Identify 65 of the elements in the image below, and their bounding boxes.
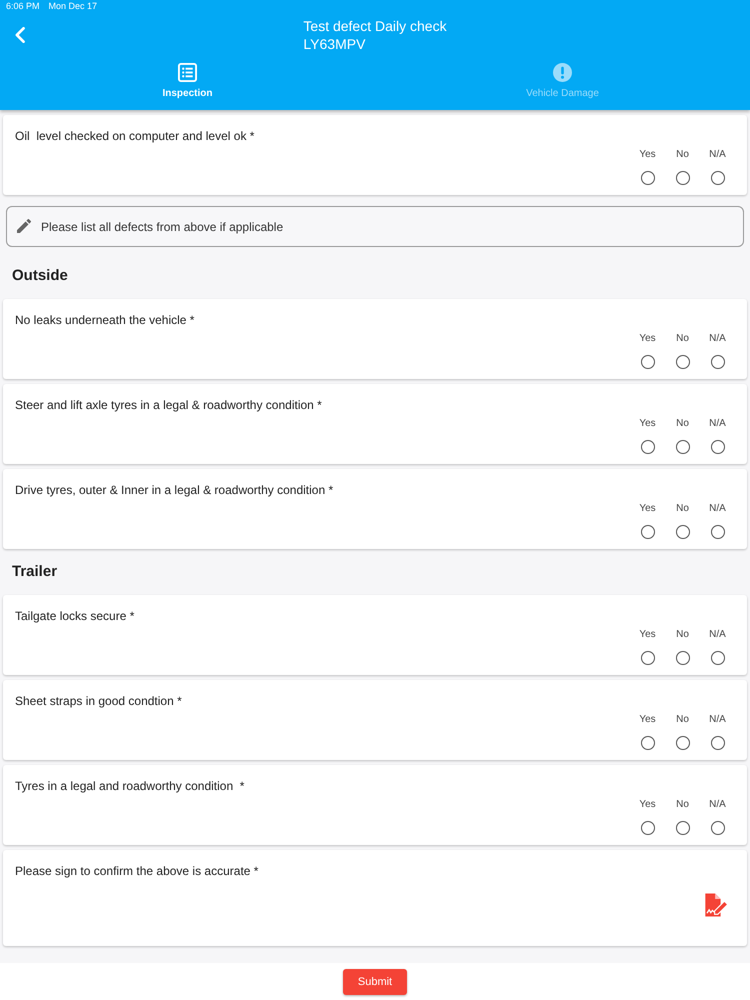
status-time: 6:06 PM	[6, 0, 40, 12]
option-label: Yes	[639, 418, 656, 430]
option-label: Yes	[639, 149, 656, 161]
screen-subtitle: LY63MPV	[303, 35, 366, 53]
radio-button[interactable]	[676, 440, 690, 454]
option-label: No	[676, 333, 689, 345]
option-label: No	[676, 503, 689, 515]
option-label: No	[676, 149, 689, 161]
question-text: Sheet straps in good condtion *	[15, 693, 182, 709]
list-icon	[178, 63, 197, 82]
section-heading: Outside	[12, 266, 68, 286]
radio-button[interactable]	[676, 736, 690, 750]
alert-circle-icon	[553, 63, 572, 82]
screen-title: Test defect Daily check	[303, 17, 447, 35]
section-heading: Trailer	[12, 562, 58, 582]
radio-button[interactable]	[676, 525, 690, 539]
option-label: Yes	[639, 714, 656, 726]
pencil-icon	[17, 219, 31, 233]
option-label: Yes	[639, 333, 656, 345]
radio-button[interactable]	[710, 440, 724, 454]
submit-button[interactable]: Submit	[343, 969, 407, 995]
radio-button[interactable]	[640, 171, 654, 185]
radio-button[interactable]	[710, 821, 724, 835]
option-label: No	[676, 799, 689, 811]
status-date: Mon Dec 17	[48, 0, 98, 12]
question-text: Tailgate locks secure *	[15, 608, 134, 624]
radio-button[interactable]	[640, 651, 654, 665]
question-text: Drive tyres, outer & Inner in a legal & roadworthy condition *	[15, 482, 334, 498]
option-label: No	[676, 714, 689, 726]
radio-button[interactable]	[676, 171, 690, 185]
document-pen-icon[interactable]	[704, 893, 729, 917]
option-label: Yes	[639, 629, 656, 641]
option-label: N/A	[709, 333, 726, 345]
question-text: Please sign to confirm the above is accurate *	[15, 863, 258, 879]
defects-field[interactable]: Please list all defects from above if applicable	[6, 206, 744, 247]
option-label: No	[676, 629, 689, 641]
question-text: No leaks underneath the vehicle *	[15, 312, 194, 328]
radio-button[interactable]	[710, 525, 724, 539]
option-label: N/A	[709, 418, 726, 430]
option-label: No	[676, 418, 689, 430]
chevron-left-icon	[15, 27, 25, 43]
question-text: Oil level checked on computer and level ok *	[15, 128, 254, 144]
option-label: N/A	[709, 714, 726, 726]
radio-button[interactable]	[640, 736, 654, 750]
question-text: Tyres in a legal and roadworthy condition *	[15, 778, 244, 794]
option-label: N/A	[709, 629, 726, 641]
radio-button[interactable]	[710, 651, 724, 665]
radio-button[interactable]	[710, 355, 724, 369]
option-label: N/A	[709, 503, 726, 515]
tab[interactable]: Vehicle Damage	[375, 57, 750, 110]
radio-button[interactable]	[676, 355, 690, 369]
radio-button[interactable]	[710, 736, 724, 750]
radio-button[interactable]	[640, 525, 654, 539]
radio-button[interactable]	[676, 821, 690, 835]
option-label: N/A	[709, 799, 726, 811]
option-label: N/A	[709, 149, 726, 161]
question-text: Steer and lift axle tyres in a legal & roadworthy condition *	[15, 397, 322, 413]
radio-button[interactable]	[710, 171, 724, 185]
option-label: Yes	[639, 799, 656, 811]
radio-button[interactable]	[676, 651, 690, 665]
tab[interactable]: Inspection	[0, 57, 375, 110]
option-label: Yes	[639, 503, 656, 515]
radio-button[interactable]	[640, 821, 654, 835]
radio-button[interactable]	[640, 440, 654, 454]
radio-button[interactable]	[640, 355, 654, 369]
